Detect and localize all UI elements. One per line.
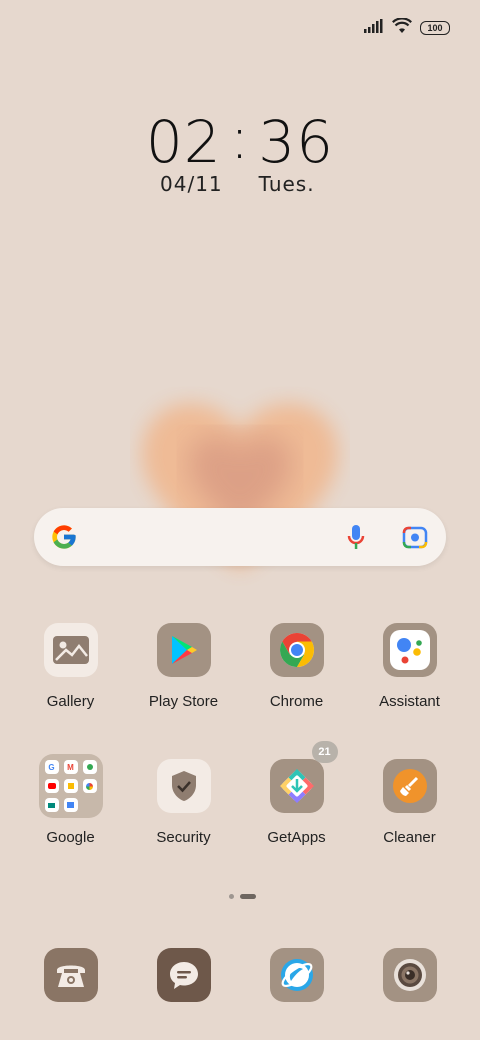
gallery-icon <box>43 623 98 677</box>
camera-icon <box>382 948 437 1002</box>
signal-icon <box>364 18 384 38</box>
status-bar: 100 <box>364 16 450 39</box>
dock <box>14 948 466 1002</box>
app-google-folder[interactable]: G M Google <box>14 754 127 846</box>
clock-widget[interactable]: 02:36 <box>0 104 480 176</box>
app-security[interactable]: Security <box>127 759 240 846</box>
maps-icon <box>82 760 97 774</box>
google-search-bar[interactable] <box>34 508 446 566</box>
app-assistant[interactable]: Assistant <box>353 623 466 710</box>
gmail-icon: M <box>63 760 78 774</box>
app-label: Gallery <box>46 693 95 710</box>
date-row: 04/11 Tues. <box>160 172 351 196</box>
google-g-icon: G <box>44 760 59 774</box>
page-dot-active <box>240 894 256 899</box>
battery-indicator: 100 <box>420 21 450 35</box>
drive-icon <box>63 779 78 793</box>
clock-colon: : <box>229 104 251 172</box>
app-label: Chrome <box>269 693 324 710</box>
day-text: Tues. <box>258 172 315 196</box>
app-label: Security <box>156 829 211 846</box>
app-phone[interactable] <box>14 948 127 1002</box>
lens-icon[interactable] <box>402 524 428 555</box>
app-chrome[interactable]: Chrome <box>240 623 353 710</box>
clock-minutes: 36 <box>258 108 335 176</box>
page-dot <box>229 894 234 899</box>
google-folder-icon: G M <box>38 754 103 818</box>
app-gallery[interactable]: Gallery <box>14 623 127 710</box>
meet-icon <box>44 798 59 812</box>
app-row-2: G M Google Security 21 GetApps Cleaner <box>14 741 466 846</box>
files-icon <box>63 798 78 812</box>
messages-icon <box>156 948 211 1002</box>
chrome-icon <box>269 623 324 677</box>
app-label: Play Store <box>148 693 219 710</box>
app-label: Google <box>46 829 95 846</box>
page-indicator[interactable] <box>229 894 256 899</box>
app-messages[interactable] <box>127 948 240 1002</box>
play-store-icon <box>156 623 211 677</box>
clock-hours: 02 <box>145 108 222 176</box>
phone-icon <box>43 948 98 1002</box>
app-label: Cleaner <box>383 829 436 846</box>
app-browser[interactable] <box>240 948 353 1002</box>
mic-icon[interactable] <box>346 523 366 556</box>
app-cleaner[interactable]: Cleaner <box>353 759 466 846</box>
app-play-store[interactable]: Play Store <box>127 623 240 710</box>
notification-badge: 21 <box>311 741 338 763</box>
app-camera[interactable] <box>353 948 466 1002</box>
app-label: GetApps <box>267 829 326 846</box>
assistant-icon <box>382 623 437 677</box>
wifi-icon <box>392 16 412 39</box>
google-g-icon <box>50 523 78 556</box>
getapps-icon: 21 <box>269 741 338 813</box>
youtube-icon <box>44 779 59 793</box>
app-getapps[interactable]: 21 GetApps <box>240 741 353 846</box>
browser-icon <box>269 948 324 1002</box>
date-text: 04/11 <box>160 172 223 196</box>
app-label: Assistant <box>379 693 440 710</box>
brush-icon <box>382 759 437 813</box>
photos-icon <box>82 779 97 793</box>
shield-icon <box>156 759 211 813</box>
app-row-1: Gallery Play Store Chrome Assistant <box>14 623 466 710</box>
